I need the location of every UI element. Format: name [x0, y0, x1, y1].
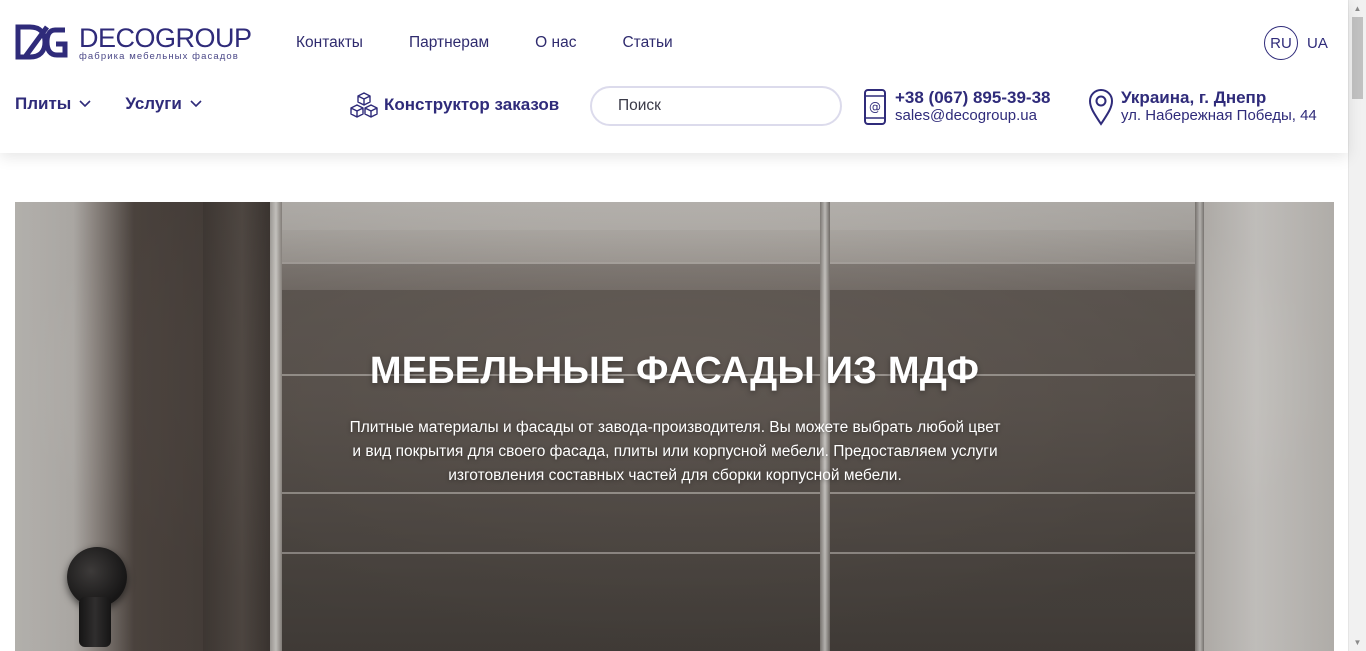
- address-street: ул. Набережная Победы, 44: [1121, 107, 1317, 124]
- nav-item-label: Плиты: [15, 94, 72, 113]
- logo-tagline: фабрика мебельных фасадов: [79, 51, 239, 62]
- lang-ru-button[interactable]: RU: [1264, 26, 1298, 60]
- nav-item-plates[interactable]: Плиты: [15, 94, 91, 114]
- location-pin-icon: [1088, 89, 1114, 126]
- topnav-item-partners[interactable]: Партнерам: [409, 33, 489, 53]
- topnav-item-contacts[interactable]: Контакты: [296, 33, 363, 53]
- cubes-icon: [350, 92, 378, 118]
- scroll-thumb[interactable]: [1352, 17, 1363, 99]
- scroll-up-arrow-icon[interactable]: ▲: [1349, 0, 1366, 17]
- lang-ua-button[interactable]: UA: [1307, 35, 1328, 52]
- chevron-down-icon: [190, 100, 202, 108]
- order-constructor-link[interactable]: Конструктор заказов: [349, 91, 559, 119]
- topnav-item-articles[interactable]: Статьи: [622, 33, 672, 53]
- contact-text: +38 (067) 895-39-38 sales@decogroup.ua: [895, 88, 1050, 124]
- hero-title: МЕБЕЛЬНЫЕ ФАСАДЫ ИЗ МДФ: [369, 350, 980, 392]
- phone-email-icon: @: [864, 89, 886, 125]
- logo-mark-icon: [15, 24, 68, 60]
- top-nav: Контакты Партнерам О нас Статьи: [296, 33, 719, 53]
- address-city: Украина, г. Днепр: [1121, 88, 1267, 107]
- main-nav: Плиты Услуги: [15, 94, 236, 114]
- site-header: DECOGROUP фабрика мебельных фасадов Конт…: [0, 0, 1348, 153]
- hero-banner: МЕБЕЛЬНЫЕ ФАСАДЫ ИЗ МДФ Плитные материал…: [15, 202, 1334, 651]
- logo-name: DECOGROUP: [79, 23, 252, 53]
- scroll-down-arrow-icon[interactable]: ▼: [1349, 634, 1366, 651]
- logo-text: DECOGROUP фабрика мебельных фасадов: [79, 24, 252, 62]
- logo[interactable]: DECOGROUP фабрика мебельных фасадов: [15, 24, 255, 64]
- address-block: Украина, г. Днепр ул. Набережная Победы,…: [1088, 88, 1317, 126]
- svg-text:@: @: [869, 100, 881, 114]
- nav-item-services[interactable]: Услуги: [125, 94, 202, 114]
- chevron-down-icon: [79, 100, 91, 108]
- order-constructor-label: Конструктор заказов: [384, 95, 560, 114]
- page-scrollbar[interactable]: ▲ ▼: [1348, 0, 1366, 651]
- language-switcher: RU UA: [1264, 26, 1328, 60]
- contact-block: @ +38 (067) 895-39-38 sales@decogroup.ua: [862, 88, 1050, 126]
- hero-subtitle: Плитные материалы и фасады от завода-про…: [349, 419, 1001, 484]
- search-box: [590, 86, 842, 126]
- phone-link[interactable]: +38 (067) 895-39-38: [895, 88, 1050, 108]
- address-text: Украина, г. Днепр ул. Набережная Победы,…: [1121, 88, 1317, 124]
- topnav-item-about[interactable]: О нас: [535, 33, 576, 53]
- email-link[interactable]: sales@decogroup.ua: [895, 108, 1050, 124]
- nav-item-label: Услуги: [125, 94, 182, 113]
- search-input[interactable]: [592, 88, 840, 124]
